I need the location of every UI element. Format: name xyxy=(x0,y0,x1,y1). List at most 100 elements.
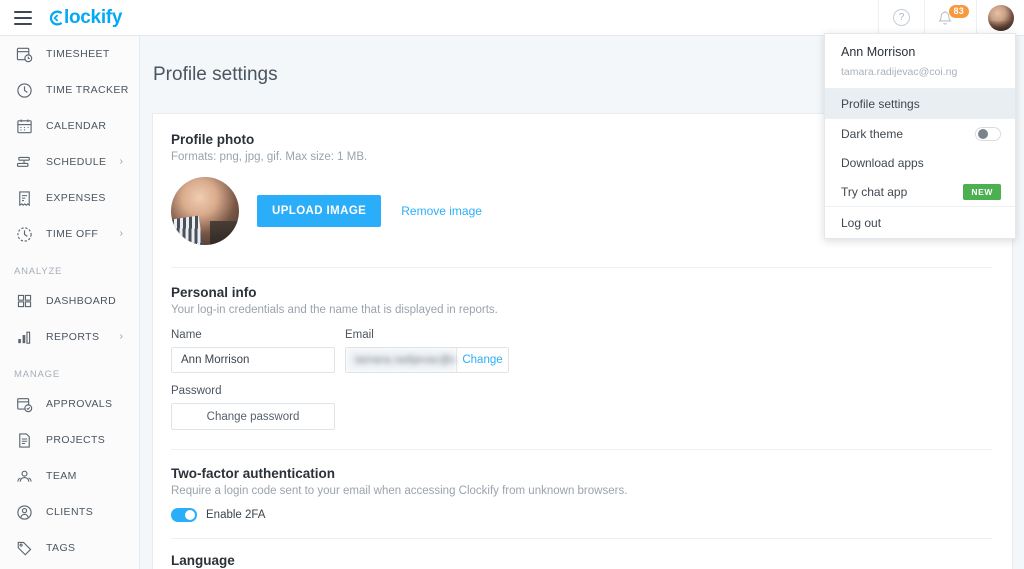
name-field-group: Name xyxy=(171,329,335,373)
avatar xyxy=(987,4,1014,31)
sidebar-item-time-off[interactable]: TIME OFF › xyxy=(0,216,139,252)
user-avatar-button[interactable] xyxy=(976,0,1024,36)
enable-2fa-row: Enable 2FA xyxy=(171,508,992,522)
sidebar-section-manage: MANAGE xyxy=(14,369,60,380)
approvals-icon xyxy=(14,394,34,414)
sidebar-item-label: TAGS xyxy=(46,542,76,554)
section-title: Personal info xyxy=(171,285,257,300)
menu-item-label: Log out xyxy=(841,215,882,230)
sidebar-item-label: DASHBOARD xyxy=(46,295,117,307)
sidebar-item-label: SCHEDULE xyxy=(46,156,107,168)
email-field[interactable]: tamara.radijevac@c... Change xyxy=(345,347,509,373)
sidebar-item-clients[interactable]: CLIENTS xyxy=(0,494,139,530)
time-off-icon xyxy=(14,224,34,244)
sidebar-item-timesheet[interactable]: TIMESHEET xyxy=(0,36,139,72)
clockify-wordmark: lockify xyxy=(64,6,123,28)
menu-item-log-out[interactable]: Log out xyxy=(825,207,1015,238)
dropdown-user-block: Ann Morrison tamara.radijevac@coi.ng xyxy=(825,34,1015,88)
password-label: Password xyxy=(171,385,222,397)
sidebar-item-label: PROJECTS xyxy=(46,434,106,446)
dropdown-user-name: Ann Morrison xyxy=(841,45,916,59)
sidebar-item-calendar[interactable]: CALENDAR xyxy=(0,108,139,144)
section-title: Language xyxy=(171,553,235,568)
remove-image-link[interactable]: Remove image xyxy=(401,204,482,218)
sidebar-item-label: TIME OFF xyxy=(46,228,99,240)
dashboard-grid-icon xyxy=(14,291,34,311)
calendar-icon xyxy=(14,116,34,136)
clockify-logo[interactable]: lockify xyxy=(48,7,122,29)
app-root: lockify ? 83 TIMESHEET TIME TRACKER CALE… xyxy=(0,0,1024,569)
client-icon xyxy=(14,502,34,522)
menu-item-profile-settings[interactable]: Profile settings xyxy=(825,89,1015,118)
sidebar-item-label: REPORTS xyxy=(46,331,100,343)
sidebar-item-team[interactable]: TEAM xyxy=(0,458,139,494)
schedule-icon xyxy=(14,152,34,172)
sidebar-item-label: TIME TRACKER xyxy=(46,84,129,96)
menu-item-control xyxy=(975,126,1001,141)
menu-item-label: Profile settings xyxy=(841,96,920,111)
change-email-button[interactable]: Change xyxy=(456,348,508,372)
notifications-button[interactable]: 83 xyxy=(924,0,976,36)
divider xyxy=(171,449,992,450)
chevron-right-icon: › xyxy=(119,156,123,167)
sidebar: TIMESHEET TIME TRACKER CALENDAR SCHEDULE… xyxy=(0,36,140,569)
name-input[interactable] xyxy=(171,347,335,373)
header-actions: ? 83 xyxy=(878,0,1024,36)
language-section: Language Set language in which Clockify … xyxy=(171,553,992,569)
sidebar-item-label: EXPENSES xyxy=(46,192,106,204)
sidebar-section-analyze: ANALYZE xyxy=(14,266,63,277)
name-label: Name xyxy=(171,329,202,341)
sidebar-item-schedule[interactable]: SCHEDULE › xyxy=(0,144,139,180)
chevron-right-icon: › xyxy=(119,228,123,239)
help-circle-icon: ? xyxy=(893,9,910,26)
sidebar-item-label: TEAM xyxy=(46,470,77,482)
section-subtitle: Require a login code sent to your email … xyxy=(171,485,628,497)
upload-image-button[interactable]: UPLOAD IMAGE xyxy=(257,195,382,227)
sidebar-item-label: TIMESHEET xyxy=(46,48,110,60)
sidebar-item-expenses[interactable]: EXPENSES xyxy=(0,180,139,216)
menu-item-label: Dark theme xyxy=(841,126,904,141)
receipt-icon xyxy=(14,188,34,208)
sidebar-item-tags[interactable]: TAGS xyxy=(0,530,139,566)
name-email-row: Name Email tamara.radijevac@c... Change xyxy=(171,329,992,373)
document-icon xyxy=(14,430,34,450)
enable-2fa-toggle[interactable] xyxy=(171,508,197,522)
personal-info-section: Personal info Your log-in credentials an… xyxy=(171,285,992,430)
clockify-mark-icon xyxy=(48,9,64,26)
menu-item-label: Download apps xyxy=(841,155,924,170)
top-header: lockify ? 83 xyxy=(0,0,1024,36)
email-field-group: Email tamara.radijevac@c... Change xyxy=(345,329,509,373)
menu-item-label: Try chat app xyxy=(841,184,908,199)
sidebar-item-label: APPROVALS xyxy=(46,398,113,410)
hamburger-icon[interactable] xyxy=(0,0,46,36)
two-factor-section: Two-factor authentication Require a logi… xyxy=(171,466,992,522)
menu-item-dark-theme[interactable]: Dark theme xyxy=(825,119,1015,148)
user-menu-dropdown: Ann Morrison tamara.radijevac@coi.ng Pro… xyxy=(824,33,1016,239)
dark-theme-toggle[interactable] xyxy=(975,126,1001,141)
sidebar-item-approvals[interactable]: APPROVALS xyxy=(0,386,139,422)
bell-icon: 83 xyxy=(937,4,969,28)
divider xyxy=(171,267,992,268)
tag-icon xyxy=(14,538,34,558)
chevron-right-icon: › xyxy=(119,331,123,342)
email-label: Email xyxy=(345,329,374,341)
profile-avatar xyxy=(171,177,239,245)
timesheet-icon xyxy=(14,44,34,64)
divider xyxy=(171,538,992,539)
help-button[interactable]: ? xyxy=(878,0,924,36)
section-title: Two-factor authentication xyxy=(171,466,335,481)
email-value: tamara.radijevac@c... xyxy=(346,348,456,372)
sidebar-item-projects[interactable]: PROJECTS xyxy=(0,422,139,458)
change-password-button[interactable]: Change password xyxy=(171,403,335,430)
menu-item-download-apps[interactable]: Download apps xyxy=(825,148,1015,177)
bar-chart-icon xyxy=(14,327,34,347)
section-subtitle: Your log-in credentials and the name tha… xyxy=(171,304,498,316)
sidebar-item-time-tracker[interactable]: TIME TRACKER xyxy=(0,72,139,108)
password-field-group: Password Change password xyxy=(171,385,992,430)
menu-item-try-chat-app[interactable]: Try chat app NEW xyxy=(825,177,1015,206)
sidebar-item-dashboard[interactable]: DASHBOARD xyxy=(0,283,139,319)
sidebar-item-label: CLIENTS xyxy=(46,506,94,518)
sidebar-item-label: CALENDAR xyxy=(46,120,107,132)
sidebar-item-reports[interactable]: REPORTS › xyxy=(0,319,139,355)
new-badge: NEW xyxy=(963,183,1001,200)
